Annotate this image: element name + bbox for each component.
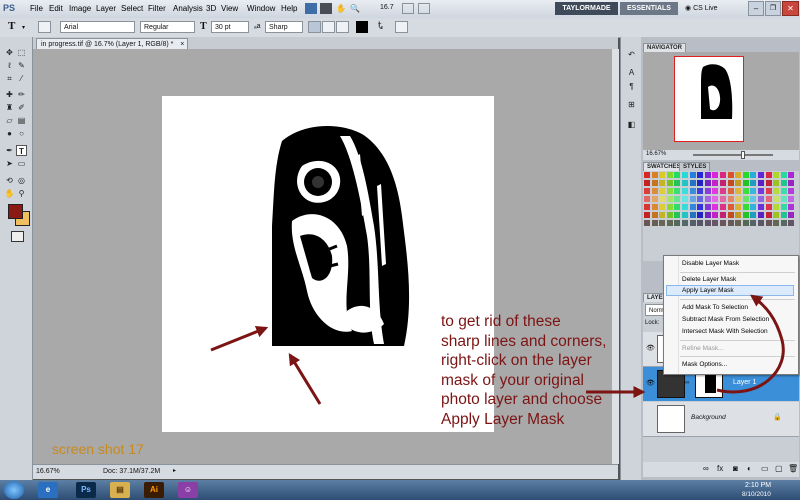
arrow-to-apply-mask	[716, 294, 785, 394]
folder-icon[interactable]: ▤	[110, 482, 130, 498]
illustrator-icon[interactable]: Ai	[144, 482, 164, 498]
photoshop-icon[interactable]: Ps	[76, 482, 96, 498]
foreground-color-swatch[interactable]	[8, 204, 23, 219]
arrow-to-edge	[288, 352, 322, 405]
start-orb-icon[interactable]	[4, 481, 24, 499]
annotation-arrows	[210, 294, 785, 405]
internet-explorer-icon[interactable]: e	[38, 482, 58, 498]
taskbar: e Ps ▤ Ai ☺ 2:10 PM 8/10/2010	[0, 480, 800, 500]
arrow-to-corner	[210, 325, 269, 352]
messenger-icon[interactable]: ☺	[178, 482, 198, 498]
clock-time[interactable]: 2:10 PM	[745, 482, 771, 489]
clock-date[interactable]: 8/10/2010	[742, 491, 771, 498]
